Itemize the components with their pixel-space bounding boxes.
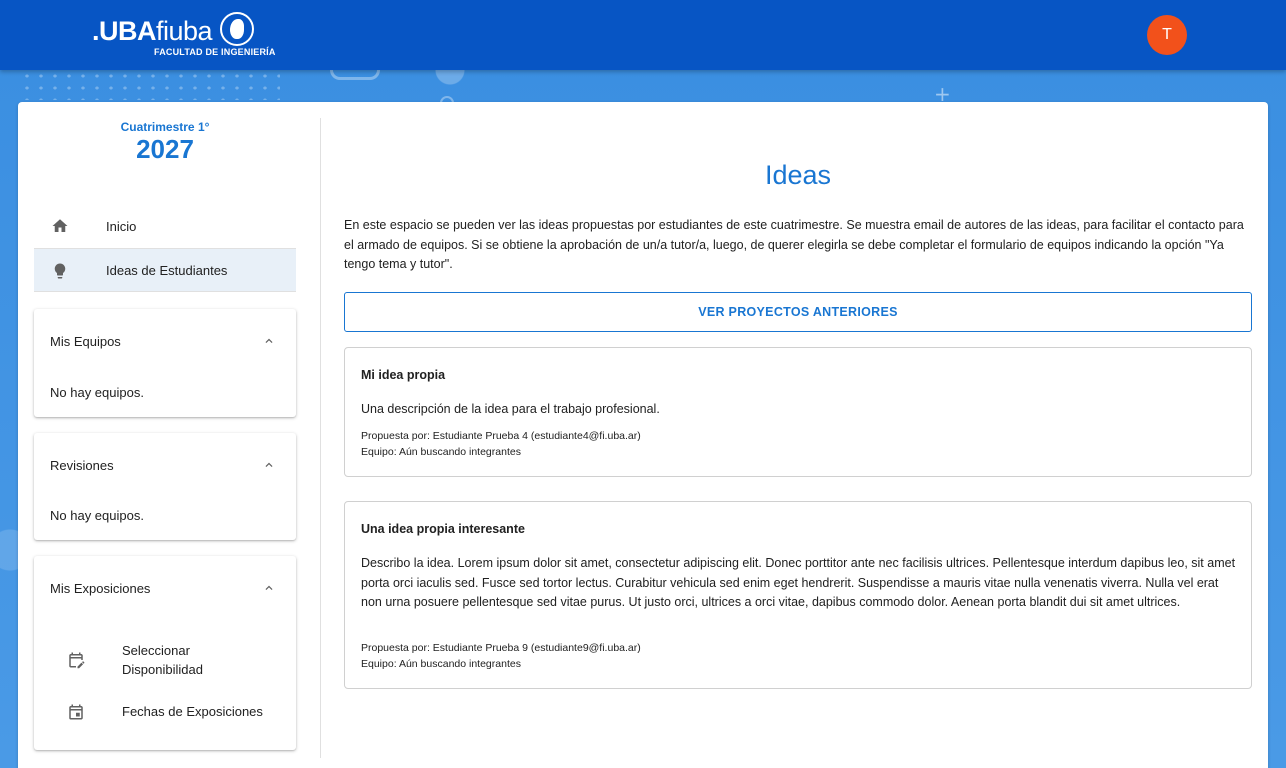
- chevron-up-icon: [265, 462, 273, 467]
- idea-description: Una descripción de la idea para el traba…: [361, 402, 660, 416]
- background-dots: [20, 70, 280, 100]
- presentation-dates-label: Fechas de Exposiciones: [122, 704, 263, 719]
- nav-item-inicio[interactable]: Inicio: [34, 204, 296, 248]
- fiuba-logo[interactable]: .UBAfiuba FACULTAD DE INGENIERÍA: [92, 12, 275, 60]
- view-past-projects-button[interactable]: VER PROYECTOS ANTERIORES: [344, 292, 1252, 332]
- logo-wordmark: .UBAfiuba: [92, 16, 213, 46]
- logo-emblem-icon: [220, 12, 254, 46]
- my-presentations-title: Mis Exposiciones: [50, 581, 151, 596]
- page-title: Ideas: [764, 160, 832, 190]
- term-label: Cuatrimestre 1°: [120, 120, 210, 134]
- nav-item-label: Inicio: [106, 218, 137, 234]
- reviews-title: Revisiones: [50, 458, 114, 473]
- reviews-empty-text: No hay equipos.: [50, 508, 144, 523]
- home-icon: [52, 219, 68, 232]
- my-teams-header[interactable]: Mis Equipos: [34, 309, 296, 373]
- select-availability-item[interactable]: Seleccionar Disponibilidad: [34, 636, 296, 684]
- idea-team-status: Equipo: Aún buscando integrantes: [361, 658, 521, 670]
- reviews-card: Revisiones No hay equipos.: [34, 433, 296, 540]
- nav-item-ideas-de-estudiantes[interactable]: Ideas de Estudiantes: [34, 248, 296, 292]
- intro-text: En este espacio se pueden ver las ideas …: [344, 218, 1244, 271]
- calendar-icon: [69, 704, 83, 720]
- my-presentations-header[interactable]: Mis Exposiciones: [34, 556, 296, 620]
- sidebar: Cuatrimestre 1° 2027 Inicio Ideas de Est…: [34, 118, 296, 758]
- my-teams-title: Mis Equipos: [50, 334, 121, 349]
- chevron-up-icon: [265, 338, 273, 343]
- top-app-bar: .UBAfiuba FACULTAD DE INGENIERÍA T: [0, 0, 1286, 70]
- my-teams-card: Mis Equipos No hay equipos.: [34, 309, 296, 417]
- idea-card: Una idea propia interesante Describo la …: [344, 501, 1252, 689]
- lightbulb-icon: [54, 263, 66, 279]
- idea-proposed-by: Propuesta por: Estudiante Prueba 4 (estu…: [361, 430, 641, 442]
- reviews-header[interactable]: Revisiones: [34, 433, 296, 497]
- idea-title: Mi idea propia: [361, 368, 446, 382]
- idea-title: Una idea propia interesante: [361, 522, 525, 536]
- idea-description: Describo la idea. Lorem ipsum dolor sit …: [361, 556, 1236, 609]
- user-avatar-button[interactable]: T: [1147, 15, 1187, 55]
- presentation-dates-item[interactable]: Fechas de Exposiciones: [34, 688, 296, 736]
- sidebar-divider: [320, 118, 321, 758]
- nav-item-label: Ideas de Estudiantes: [106, 262, 228, 278]
- my-teams-empty-text: No hay equipos.: [50, 385, 144, 400]
- main-panel: Cuatrimestre 1° 2027 Inicio Ideas de Est…: [18, 102, 1268, 768]
- logo-subtitle: FACULTAD DE INGENIERÍA: [154, 47, 276, 57]
- idea-team-status: Equipo: Aún buscando integrantes: [361, 446, 521, 458]
- chevron-up-icon: [265, 585, 273, 590]
- term-year: 2027: [136, 134, 194, 164]
- my-presentations-card: Mis Exposiciones Seleccionar Disponibili…: [34, 556, 296, 750]
- calendar-edit-icon: [69, 652, 85, 669]
- idea-proposed-by: Propuesta por: Estudiante Prueba 9 (estu…: [361, 642, 641, 654]
- main-content: Ideas En este espacio se pueden ver las …: [344, 118, 1252, 758]
- idea-card: Mi idea propia Una descripción de la ide…: [344, 347, 1252, 477]
- select-availability-label: Seleccionar Disponibilidad: [122, 643, 203, 677]
